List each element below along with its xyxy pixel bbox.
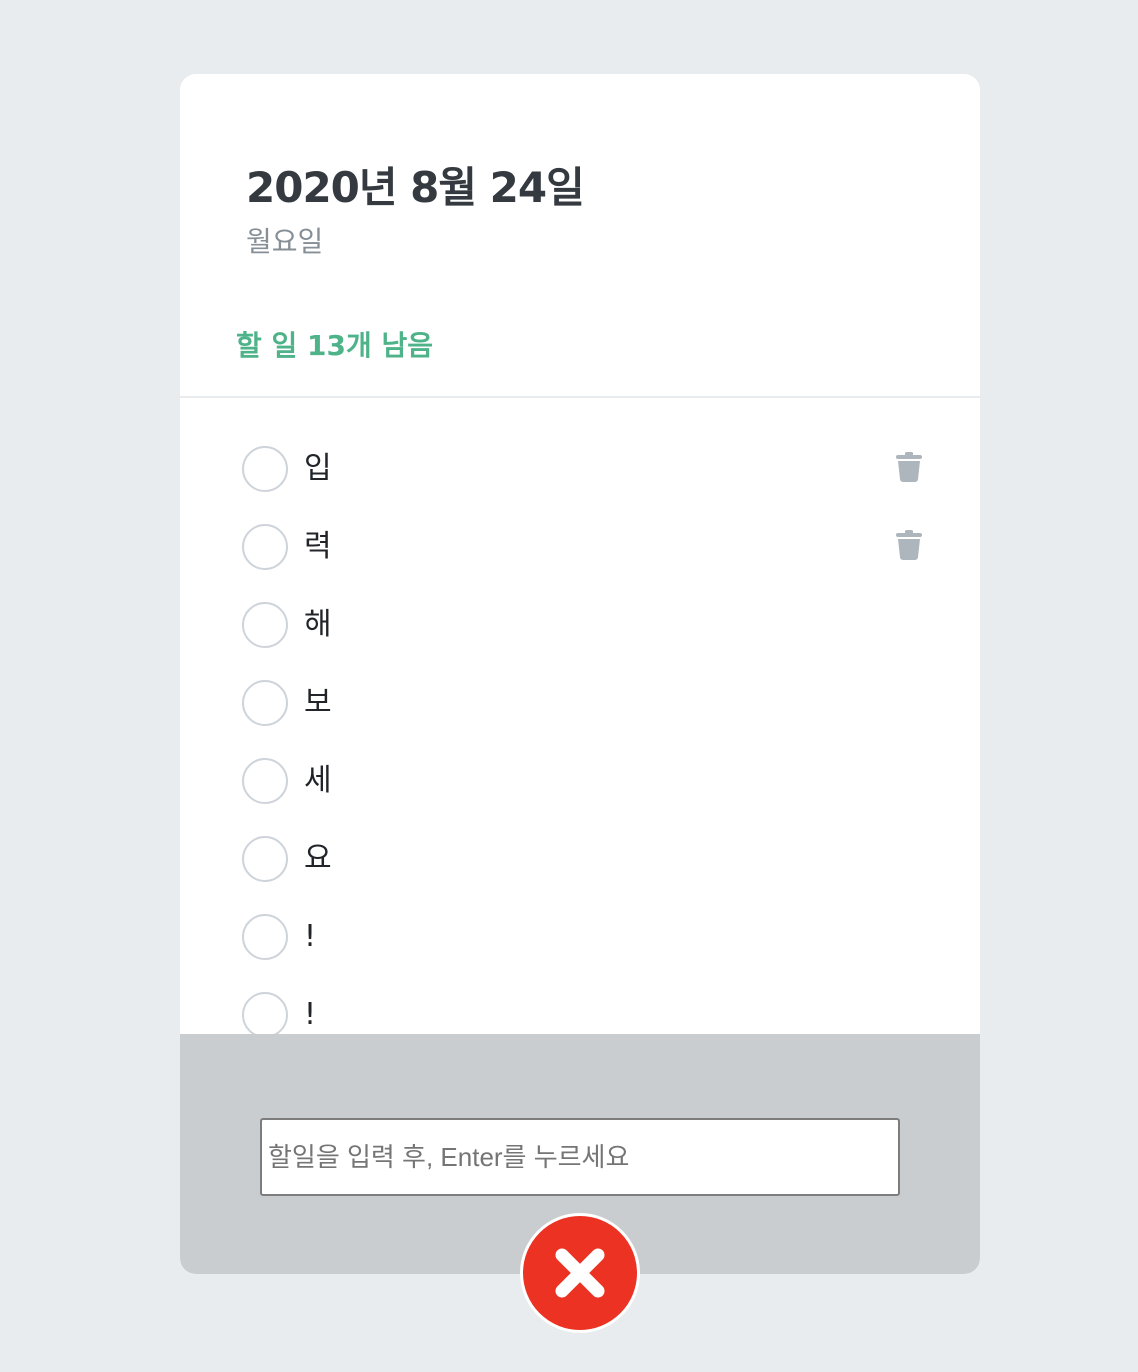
todo-item: 력 bbox=[242, 524, 922, 572]
todo-checkbox[interactable] bbox=[242, 680, 288, 726]
todo-checkbox[interactable] bbox=[242, 992, 288, 1034]
todo-item: 요 bbox=[242, 836, 922, 884]
todo-list: 입 력 해 보 세 요 ! ! bbox=[180, 398, 980, 1034]
tasks-left-count: 할 일 13개 남음 bbox=[236, 329, 434, 362]
todo-text: 요 bbox=[304, 841, 332, 876]
todo-checkbox[interactable] bbox=[242, 446, 288, 492]
trash-icon[interactable] bbox=[896, 452, 922, 482]
todo-item: 세 bbox=[242, 758, 922, 806]
close-x-icon bbox=[555, 1248, 605, 1298]
todo-checkbox[interactable] bbox=[242, 914, 288, 960]
close-button[interactable] bbox=[520, 1213, 640, 1333]
todo-checkbox[interactable] bbox=[242, 836, 288, 882]
todo-text: ! bbox=[304, 997, 317, 1032]
todo-checkbox[interactable] bbox=[242, 524, 288, 570]
new-todo-input[interactable] bbox=[260, 1118, 900, 1196]
todo-header: 2020년 8월 24일 월요일 할 일 13개 남음 bbox=[180, 74, 980, 398]
todo-card: 2020년 8월 24일 월요일 할 일 13개 남음 입 력 해 보 세 요 … bbox=[180, 74, 980, 1274]
todo-checkbox[interactable] bbox=[242, 758, 288, 804]
todo-text: 력 bbox=[304, 529, 332, 564]
todo-item: 입 bbox=[242, 446, 922, 494]
todo-item: 보 bbox=[242, 680, 922, 728]
day-of-week: 월요일 bbox=[246, 225, 324, 258]
todo-text: 해 bbox=[304, 607, 332, 642]
todo-text: 보 bbox=[304, 685, 332, 720]
todo-text: 입 bbox=[304, 451, 332, 486]
todo-item: ! bbox=[242, 992, 922, 1034]
todo-text: ! bbox=[304, 919, 317, 954]
todo-text: 세 bbox=[304, 763, 332, 798]
trash-icon[interactable] bbox=[896, 530, 922, 560]
todo-item: ! bbox=[242, 914, 922, 962]
date-title: 2020년 8월 24일 bbox=[246, 163, 585, 212]
todo-item: 해 bbox=[242, 602, 922, 650]
todo-checkbox[interactable] bbox=[242, 602, 288, 648]
